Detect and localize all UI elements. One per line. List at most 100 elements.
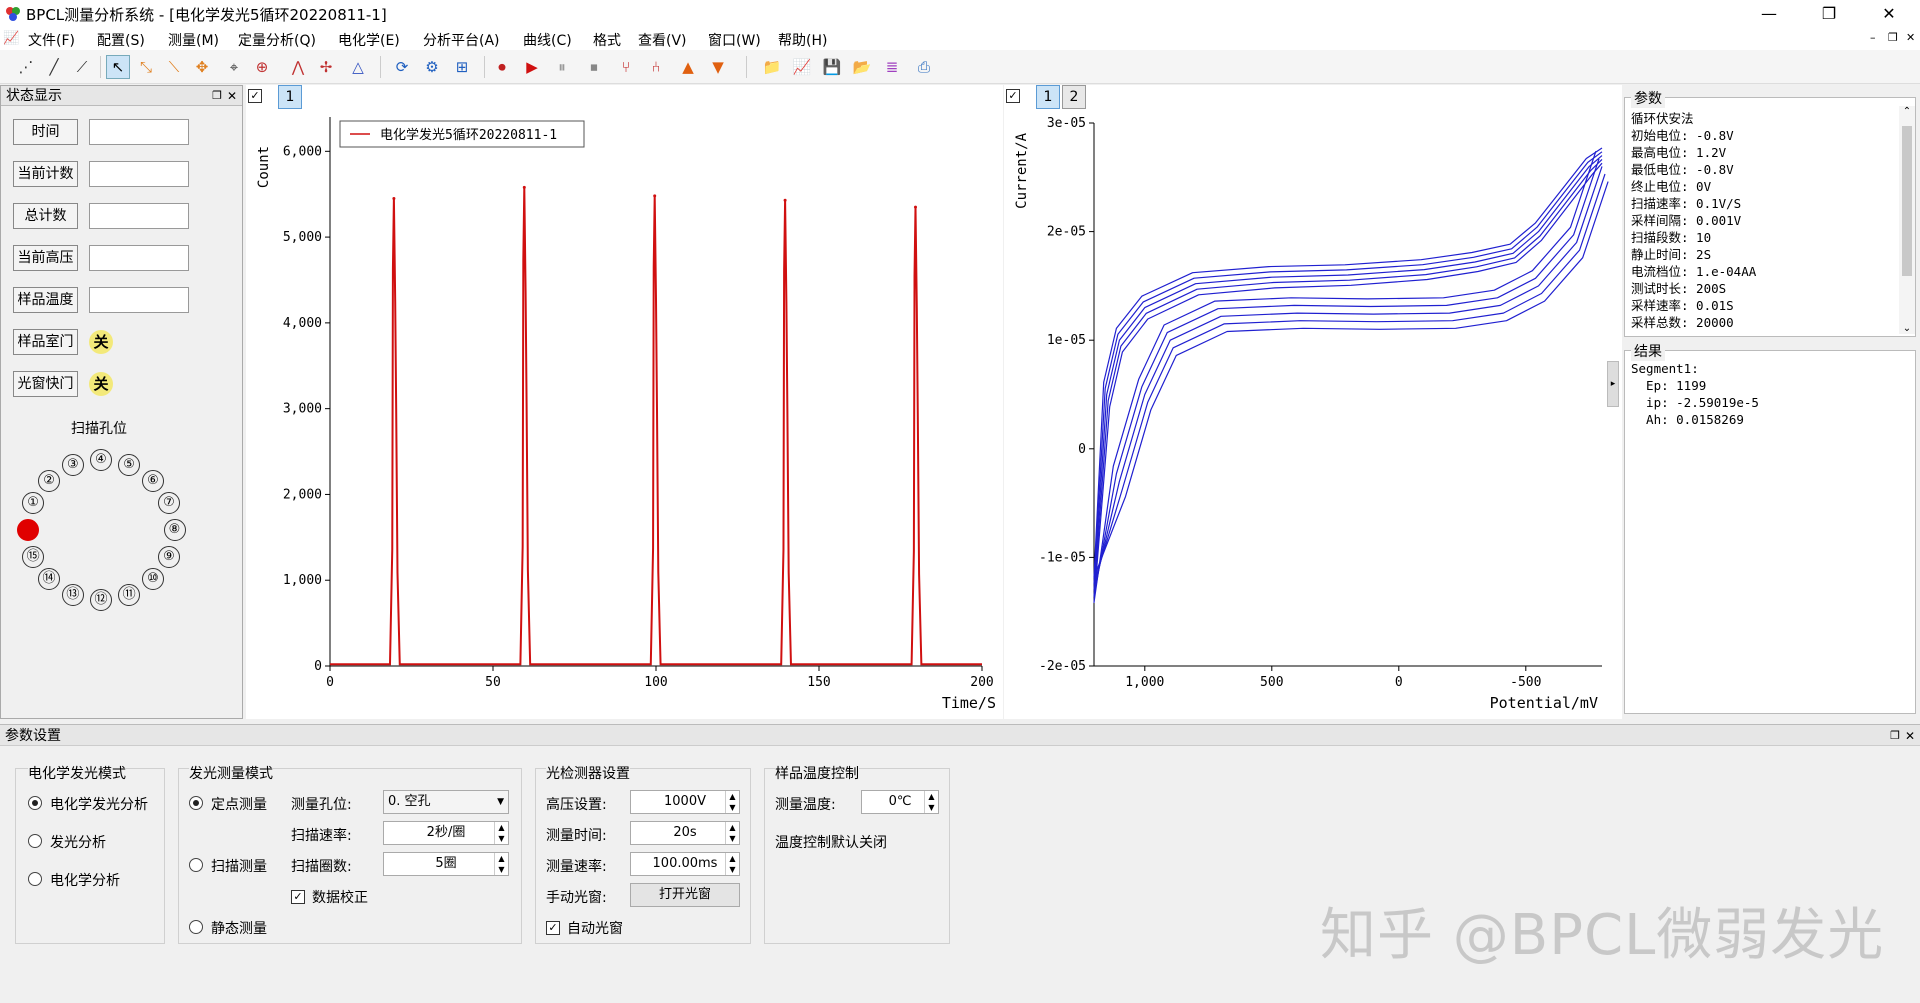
hole-13[interactable]: ⑬ (61, 583, 84, 606)
peak-down-icon[interactable]: ▼ (706, 55, 730, 79)
refresh-icon[interactable]: ⟳ (390, 55, 414, 79)
hole-10[interactable]: ⑩ (141, 568, 164, 591)
save-icon[interactable]: 💾 (820, 55, 844, 79)
menu-platform[interactable]: 分析平台(A) (423, 30, 500, 50)
menu-view[interactable]: 查看(V) (638, 30, 687, 50)
point-line-icon[interactable]: ⟋ (70, 55, 94, 79)
hole-3[interactable]: ③ (61, 454, 84, 477)
mdi-restore-icon[interactable]: ❐ (1888, 31, 1898, 44)
menu-config[interactable]: 配置(S) (97, 30, 145, 50)
count-spinbox[interactable]: 5圈 ▲ ▼ (383, 852, 509, 876)
hole-8[interactable]: ⑧ (163, 519, 186, 541)
gear-icon[interactable]: ⚙ (420, 55, 444, 79)
menu-echem[interactable]: 电化学(E) (338, 30, 400, 50)
mdi-minimize-icon[interactable]: – (1870, 31, 1876, 44)
hole-4[interactable]: ④ (90, 449, 112, 471)
pointer-icon[interactable]: ↖ (106, 55, 130, 79)
hole-9[interactable]: ⑨ (157, 545, 180, 568)
static-measure-radio[interactable] (189, 920, 203, 934)
hole-7[interactable]: ⑦ (157, 492, 180, 515)
line-icon[interactable]: ╱ (42, 55, 66, 79)
menu-format[interactable]: 格式 (593, 30, 621, 50)
hole-14[interactable]: ⑭ (38, 568, 61, 591)
lum-analysis-radio[interactable] (28, 834, 42, 848)
move-icon[interactable]: ✥ (190, 55, 214, 79)
bottom-close-icon[interactable]: ✕ (1905, 725, 1915, 747)
time-button[interactable]: 时间 (13, 119, 78, 145)
collapse-handle[interactable]: ▸ (1607, 361, 1619, 407)
scroll-thumb[interactable] (1902, 126, 1912, 276)
hole-11[interactable]: ⑪ (118, 583, 141, 606)
pause-icon[interactable]: ⏸ (550, 55, 574, 79)
float-icon[interactable]: ❐ (212, 86, 222, 106)
scroll-up-icon[interactable]: ⌃ (1899, 106, 1915, 117)
crosshair-icon[interactable]: ⌖ (222, 55, 246, 79)
open-window-button[interactable]: 打开光窗 (630, 883, 740, 907)
pan-line-icon[interactable]: ⟍ (162, 55, 186, 79)
menu-curve[interactable]: 曲线(C) (523, 30, 572, 50)
dotted-line-icon[interactable]: ⋰ (14, 55, 38, 79)
params-scrollbar[interactable]: ⌃ ⌄ (1899, 106, 1915, 334)
menu-file[interactable]: 文件(F) (28, 30, 75, 50)
spin-arrows-icon[interactable]: ▲ ▼ (725, 822, 739, 844)
sample-temp-button[interactable]: 样品温度 (13, 287, 78, 313)
hole-active[interactable] (16, 519, 39, 541)
play-icon[interactable]: ▶ (520, 55, 544, 79)
time-spinbox[interactable]: 20s ▲ ▼ (630, 821, 740, 845)
menu-quant[interactable]: 定量分析(Q) (238, 30, 316, 50)
spin-arrows-icon[interactable]: ▲ ▼ (725, 791, 739, 813)
mdi-close-icon[interactable]: ✕ (1906, 31, 1915, 44)
folder-icon[interactable]: 📁 (760, 55, 784, 79)
restore-button[interactable]: ❐ (1806, 0, 1852, 28)
rate-spinbox[interactable]: 100.00ms ▲ ▼ (630, 852, 740, 876)
close-button[interactable]: ✕ (1866, 0, 1912, 28)
probe2-icon[interactable]: ⑃ (644, 55, 668, 79)
triangle-icon[interactable]: △ (346, 55, 370, 79)
marker-icon[interactable]: ✢ (314, 55, 338, 79)
network-icon[interactable]: ⊞ (450, 55, 474, 79)
scan-measure-radio[interactable] (189, 858, 203, 872)
shutter-button[interactable]: 光窗快门 (13, 371, 78, 397)
spin-arrows-icon[interactable]: ▲ ▼ (494, 822, 508, 844)
hole-select[interactable]: 0. 空孔 ▼ (383, 790, 509, 814)
menu-window[interactable]: 窗口(W) (708, 30, 761, 50)
fixed-point-radio[interactable] (189, 796, 203, 810)
scroll-down-icon[interactable]: ⌄ (1899, 323, 1915, 334)
auto-window-checkbox[interactable]: ✓ (546, 921, 560, 935)
minimize-button[interactable]: — (1746, 0, 1792, 28)
current-hv-button[interactable]: 当前高压 (13, 245, 78, 271)
echem-analysis-radio[interactable] (28, 872, 42, 886)
record-icon[interactable]: ⏺ (490, 55, 514, 79)
spin-arrows-icon[interactable]: ▲ ▼ (725, 853, 739, 875)
peak-up-icon[interactable]: ▲ (676, 55, 700, 79)
chart-icon[interactable]: 📈 (790, 55, 814, 79)
panel-close-icon[interactable]: ✕ (227, 86, 237, 106)
spin-arrows-icon[interactable]: ▲ ▼ (924, 791, 938, 813)
speed-spinbox[interactable]: 2秒/圈 ▲ ▼ (383, 821, 509, 845)
stop-icon[interactable]: ⏹ (582, 55, 606, 79)
temp-spinbox[interactable]: 0℃ ▲ ▼ (861, 790, 939, 814)
hole-12[interactable]: ⑫ (90, 589, 112, 611)
calibration-checkbox[interactable]: ✓ (291, 890, 305, 904)
hole-1[interactable]: ① (22, 492, 45, 515)
spin-arrows-icon[interactable]: ▲ ▼ (494, 853, 508, 875)
hv-spinbox[interactable]: 1000V ▲ ▼ (630, 790, 740, 814)
hole-5[interactable]: ⑤ (118, 454, 141, 477)
copy-icon[interactable]: 📂 (850, 55, 874, 79)
hole-2[interactable]: ② (38, 469, 61, 492)
zoom-region-icon[interactable]: ⤡ (134, 55, 158, 79)
database-icon[interactable]: ≣ (880, 55, 904, 79)
total-count-button[interactable]: 总计数 (13, 203, 78, 229)
probe-icon[interactable]: ⑂ (614, 55, 638, 79)
sample-door-button[interactable]: 样品室门 (13, 329, 78, 355)
hole-15[interactable]: ⑮ (22, 545, 45, 568)
print-icon[interactable]: ⎙ (912, 55, 936, 79)
bottom-float-icon[interactable]: ❐ (1890, 725, 1900, 747)
hole-6[interactable]: ⑥ (141, 469, 164, 492)
menu-help[interactable]: 帮助(H) (778, 30, 827, 50)
peak-icon[interactable]: ⋀ (286, 55, 310, 79)
menu-measure[interactable]: 测量(M) (168, 30, 219, 50)
target-icon[interactable]: ⊕ (250, 55, 274, 79)
current-count-button[interactable]: 当前计数 (13, 161, 78, 187)
ecl-analysis-radio[interactable] (28, 796, 42, 810)
